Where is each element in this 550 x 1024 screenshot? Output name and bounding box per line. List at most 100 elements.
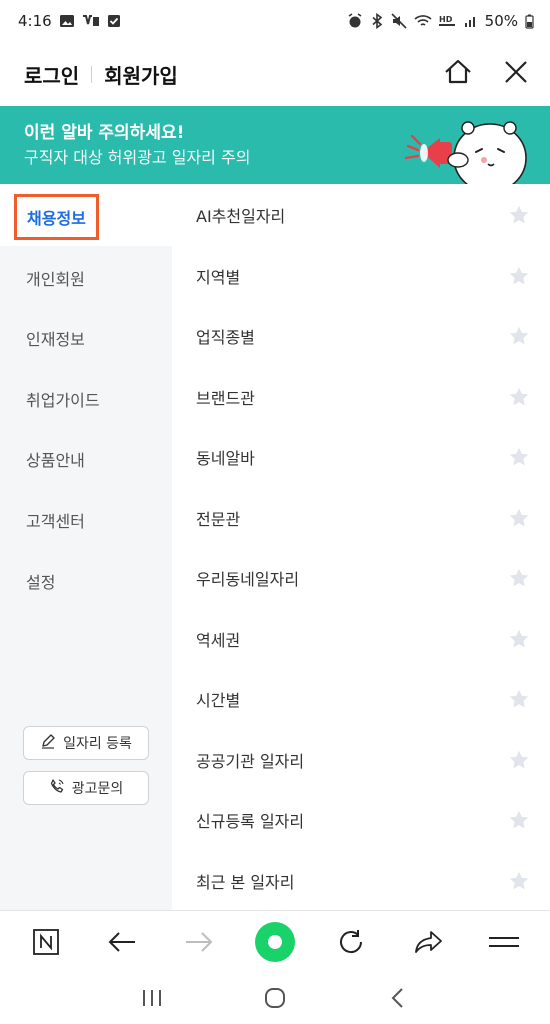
menu-item-label: AI추천일자리 <box>196 207 286 226</box>
menu-button[interactable] <box>482 922 526 966</box>
home-nav-button[interactable] <box>255 980 295 1020</box>
star-icon[interactable] <box>508 325 530 347</box>
checkbox-notification-icon <box>107 14 121 28</box>
star-icon[interactable] <box>508 386 530 408</box>
category-job-info[interactable]: 채용정보 <box>14 194 99 240</box>
menu-item-label: 신규등록 일자리 <box>196 812 305 831</box>
menu-item-by-region[interactable]: 지역별 <box>196 246 529 306</box>
header-divider <box>91 65 93 83</box>
menu-item-label: 공공기관 일자리 <box>196 752 305 771</box>
wifi-calling-icon <box>82 14 100 28</box>
star-icon[interactable] <box>508 265 530 287</box>
close-button[interactable] <box>500 58 532 90</box>
ad-inquiry-button[interactable]: 광고문의 <box>23 771 149 805</box>
chevron-left-icon <box>388 987 408 1013</box>
status-bar-left: 4:16 <box>18 12 121 30</box>
menu-item-label: 업직종별 <box>196 328 255 347</box>
arrow-right-icon <box>184 930 214 958</box>
menu-item-ai-recommend[interactable]: AI추천일자리 <box>196 185 529 245</box>
alarm-icon <box>347 13 363 29</box>
pencil-icon <box>40 733 56 753</box>
menu-item-public-jobs[interactable]: 공공기관 일자리 <box>196 730 529 790</box>
category-customer-center[interactable]: 고객센터 <box>26 508 85 532</box>
share-button[interactable] <box>406 922 450 966</box>
menu-item-label: 최근 본 일자리 <box>196 873 295 892</box>
menu-item-local-jobs[interactable]: 우리동네일자리 <box>196 548 529 608</box>
menu-item-label: 전문관 <box>196 510 241 529</box>
menu-item-recently-viewed[interactable]: 최근 본 일자리 <box>196 851 529 911</box>
menu-header: 로그인 회원가입 <box>0 42 550 106</box>
naver-n-icon <box>32 928 60 960</box>
category-talent-info[interactable]: 인재정보 <box>26 326 85 350</box>
star-icon[interactable] <box>508 567 530 589</box>
share-icon <box>413 929 443 959</box>
battery-icon <box>525 14 534 29</box>
green-dot-icon <box>253 920 297 968</box>
bluetooth-icon <box>370 13 384 29</box>
register-job-label: 일자리 등록 <box>63 736 132 752</box>
mute-icon <box>391 13 407 29</box>
system-nav-bar <box>0 976 550 1024</box>
star-icon[interactable] <box>508 628 530 650</box>
phone-icon <box>49 778 65 798</box>
star-icon[interactable] <box>508 446 530 468</box>
wifi-icon <box>414 14 432 28</box>
category-personal-member[interactable]: 개인회원 <box>26 266 85 290</box>
megaphone-mascot-illustration <box>402 112 532 184</box>
signup-link[interactable]: 회원가입 <box>104 60 178 89</box>
refresh-button[interactable] <box>329 922 373 966</box>
gallery-icon <box>59 14 75 28</box>
menu-item-station-area[interactable]: 역세권 <box>196 609 529 669</box>
menu-item-new-jobs[interactable]: 신규등록 일자리 <box>196 790 529 850</box>
home-icon <box>443 57 473 91</box>
menu-item-brand[interactable]: 브랜드관 <box>196 367 529 427</box>
signal-icon <box>464 14 478 28</box>
menu-item-by-occupation[interactable]: 업직종별 <box>196 306 529 366</box>
menu-item-by-time[interactable]: 시간별 <box>196 669 529 729</box>
auth-links: 로그인 회원가입 <box>24 60 178 89</box>
status-time: 4:16 <box>18 12 52 30</box>
ad-inquiry-label: 광고문의 <box>71 781 124 797</box>
submenu-list: AI추천일자리 지역별 업직종별 브랜드관 동네알바 전문관 우리동네일자리 역… <box>172 184 550 910</box>
menu-item-label: 동네알바 <box>196 449 255 468</box>
refresh-icon <box>337 928 365 960</box>
status-bar-right: HD 50% <box>347 12 534 30</box>
close-icon <box>503 59 529 89</box>
back-nav-button[interactable] <box>378 980 418 1020</box>
hd-voice-icon: HD <box>438 14 457 28</box>
home-button[interactable] <box>442 58 474 90</box>
star-icon[interactable] <box>508 507 530 529</box>
recent-apps-button[interactable] <box>132 980 172 1020</box>
browser-toolbar <box>0 910 550 976</box>
category-product-info[interactable]: 상품안내 <box>26 447 85 471</box>
menu-item-label: 시간별 <box>196 691 241 710</box>
star-icon[interactable] <box>508 870 530 892</box>
naver-home-button[interactable] <box>24 922 68 966</box>
category-settings[interactable]: 설정 <box>26 569 55 593</box>
menu-item-label: 우리동네일자리 <box>196 570 300 589</box>
arrow-left-icon <box>107 930 137 958</box>
naver-green-dot-button[interactable] <box>253 920 297 968</box>
menu-item-neighborhood[interactable]: 동네알바 <box>196 427 529 487</box>
status-bar: 4:16 HD 50% <box>0 0 550 42</box>
home-circle-icon <box>263 986 287 1014</box>
menu-item-specialty[interactable]: 전문관 <box>196 488 529 548</box>
hamburger-icon <box>488 931 520 957</box>
header-actions <box>442 58 532 90</box>
login-link[interactable]: 로그인 <box>24 60 79 89</box>
register-job-button[interactable]: 일자리 등록 <box>23 726 149 760</box>
menu-item-label: 지역별 <box>196 268 241 287</box>
back-button[interactable] <box>100 922 144 966</box>
svg-text:HD: HD <box>439 15 453 24</box>
star-icon[interactable] <box>508 204 530 226</box>
star-icon[interactable] <box>508 749 530 771</box>
category-sidebar: 채용정보 개인회원 인재정보 취업가이드 상품안내 고객센터 설정 일자리 등록… <box>0 184 172 910</box>
recent-apps-icon <box>140 988 164 1012</box>
scam-warning-banner[interactable]: 이런 알바 주의하세요! 구직자 대상 허위광고 일자리 주의 <box>0 106 550 184</box>
forward-button[interactable] <box>177 922 221 966</box>
menu-item-label: 브랜드관 <box>196 389 255 408</box>
star-icon[interactable] <box>508 688 530 710</box>
category-job-guide[interactable]: 취업가이드 <box>26 387 100 411</box>
battery-percent: 50% <box>484 12 518 30</box>
star-icon[interactable] <box>508 809 530 831</box>
